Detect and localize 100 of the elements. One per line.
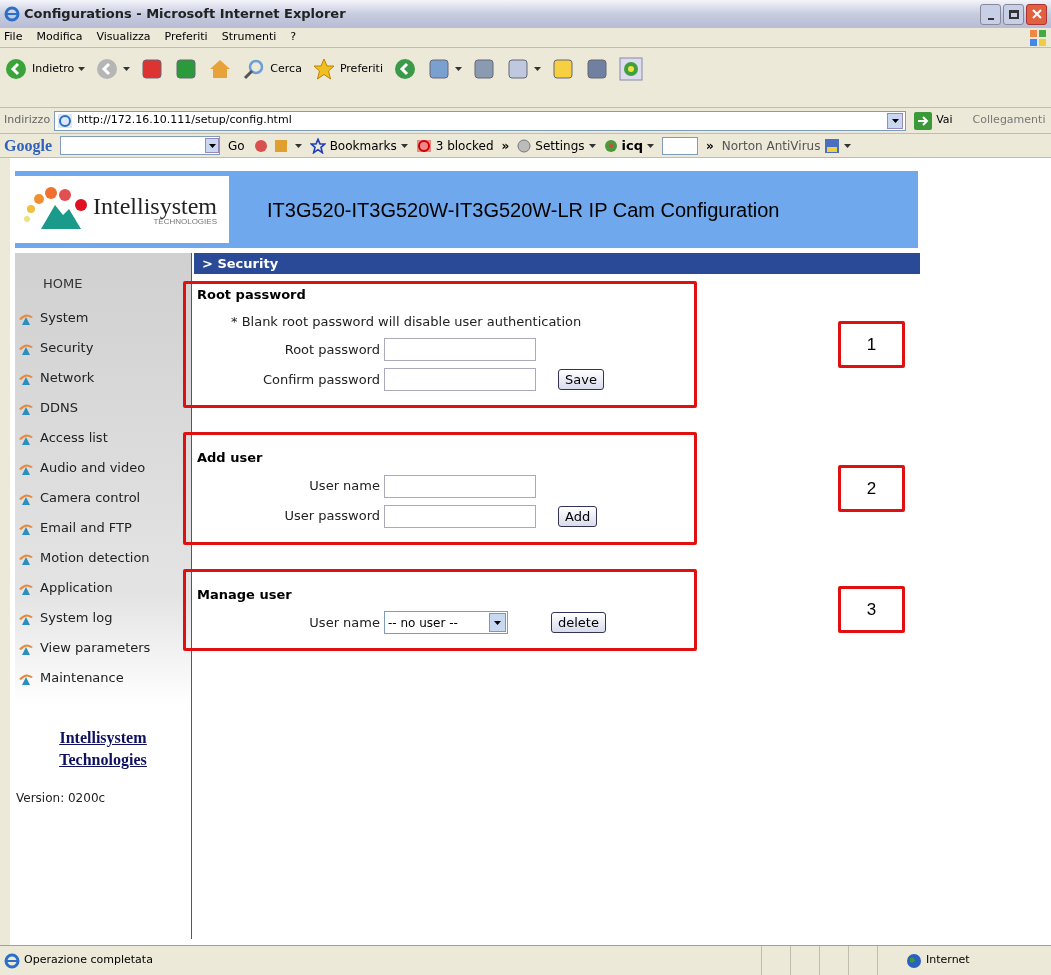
home-link[interactable]: HOME [15,273,191,303]
toolbar-button[interactable]: Preferiti [311,56,383,82]
minimize-button[interactable] [980,3,1001,25]
toolbar-icon-button[interactable] [140,56,165,82]
caret-icon [294,143,302,148]
nav-item[interactable]: Security [15,333,191,363]
flower-icon [603,138,618,153]
caret-icon [123,67,131,71]
google-logo: Google [4,135,52,157]
menu-item[interactable]: ? [290,29,297,46]
toolbar-icon-button[interactable] [505,56,541,82]
form-button[interactable]: Save [558,369,604,390]
menu-item[interactable]: Modifica [36,29,83,46]
logo-name: Intellisystem [93,193,217,218]
menu-item[interactable]: Visualizza [96,29,151,46]
nav-item[interactable]: Motion detection [15,543,191,573]
windows-logo-icon [1029,28,1047,47]
page-title: IT3G520-IT3G520W-IT3G520W-LR IP Cam Configuration [267,197,780,223]
nav-item[interactable]: Email and FTP [15,513,191,543]
group-heading: Add user [197,449,264,467]
address-label: Indirizzo [4,112,51,129]
toolbar-icon-button[interactable] [550,56,575,82]
go-button[interactable]: Go [228,136,245,155]
toolbar-icon-button[interactable] [174,56,199,82]
version-text: Version: 0200c [15,790,107,807]
toolbar-icon [140,57,165,81]
nav-item[interactable]: System [15,303,191,333]
caret-icon [844,143,852,148]
toolbar-icon [550,57,575,81]
menu-item[interactable]: Strumenti [221,29,277,46]
more-button[interactable]: » [706,136,714,155]
nav-item[interactable]: DDNS [15,393,191,423]
camera-bullet-icon [18,461,34,475]
maximize-button[interactable] [1003,3,1024,25]
nav-item[interactable]: View parameters [15,633,191,663]
text-field[interactable] [384,474,536,498]
zone-text: Internet [926,952,970,969]
popup-blocker-button[interactable]: 3 blocked [415,136,494,155]
star-icon [311,57,336,81]
nav-item[interactable]: System log [15,603,191,633]
caret-icon [891,118,899,123]
toolbar-icon-button[interactable] [584,56,609,82]
url-text: http://172.16.10.111/setup/config.html [77,112,293,129]
caret-icon [454,67,462,71]
nav-item[interactable]: Access list [15,423,191,453]
nav-item[interactable]: Audio and video [15,453,191,483]
toolbar-button[interactable]: Cerca [242,56,302,82]
camera-bullet-icon [18,401,34,415]
bookmarks-button[interactable]: Bookmarks [309,136,408,155]
menu-item[interactable]: File [4,29,23,46]
toolbar-icon [174,57,199,81]
caret-icon [494,620,501,625]
toolbar-button[interactable]: Indietro [4,56,86,82]
annotation-number: 2 [838,464,905,512]
camera-bullet-icon [18,491,34,505]
toolbar-icon-button[interactable] [618,56,643,82]
toolbar-icon-button[interactable] [426,56,462,82]
user-select[interactable]: -- no user -- [384,611,508,634]
camera-bullet-icon [18,311,34,325]
nav-item[interactable]: Network [15,363,191,393]
go-button[interactable]: Vai [914,111,953,130]
form-button[interactable]: delete [551,612,606,633]
text-field[interactable] [384,368,536,391]
camera-bullet-icon [18,641,34,655]
annotation-number: 3 [838,586,905,634]
links-label[interactable]: Collegamenti [972,112,1046,129]
page-icon [4,952,20,969]
search-field[interactable] [662,136,698,155]
camera-bullet-icon [18,551,34,565]
camera-bullet-icon [18,431,34,445]
flower-icon [618,57,643,81]
camera-bullet-icon [18,611,34,625]
caret-icon [647,143,654,148]
browser-icon [4,6,20,22]
toolbar-icon [505,57,530,81]
toolbar-icon-button[interactable] [392,56,417,82]
caret-icon [78,67,86,71]
settings-button[interactable]: Settings [517,136,596,155]
text-field[interactable] [384,338,536,361]
camera-bullet-icon [18,521,34,535]
toolbar-icon-button[interactable] [95,56,131,82]
company-link[interactable]: Technologies [59,749,147,771]
icq-button[interactable]: icq [603,135,654,156]
window-title: Configurations - Microsoft Internet Explorer [24,5,346,24]
field-label: User name [308,477,381,496]
toolbar-icon-button[interactable] [471,56,496,82]
address-field[interactable]: http://172.16.10.111/setup/config.html [54,110,907,131]
nav-item[interactable]: Maintenance [15,663,191,693]
close-button[interactable] [1026,3,1047,25]
nav-item[interactable]: Application [15,573,191,603]
field-label: Confirm password [261,370,381,389]
more-button[interactable]: » [501,136,510,155]
company-link[interactable]: Intellisystem [59,727,147,749]
caret-icon [400,143,408,148]
form-button[interactable]: Add [558,505,598,527]
google-search-field[interactable] [60,136,220,155]
menu-item[interactable]: Preferiti [164,29,208,46]
text-field[interactable] [384,504,536,528]
close-icon [1031,9,1042,19]
nav-item[interactable]: Camera control [15,483,191,513]
